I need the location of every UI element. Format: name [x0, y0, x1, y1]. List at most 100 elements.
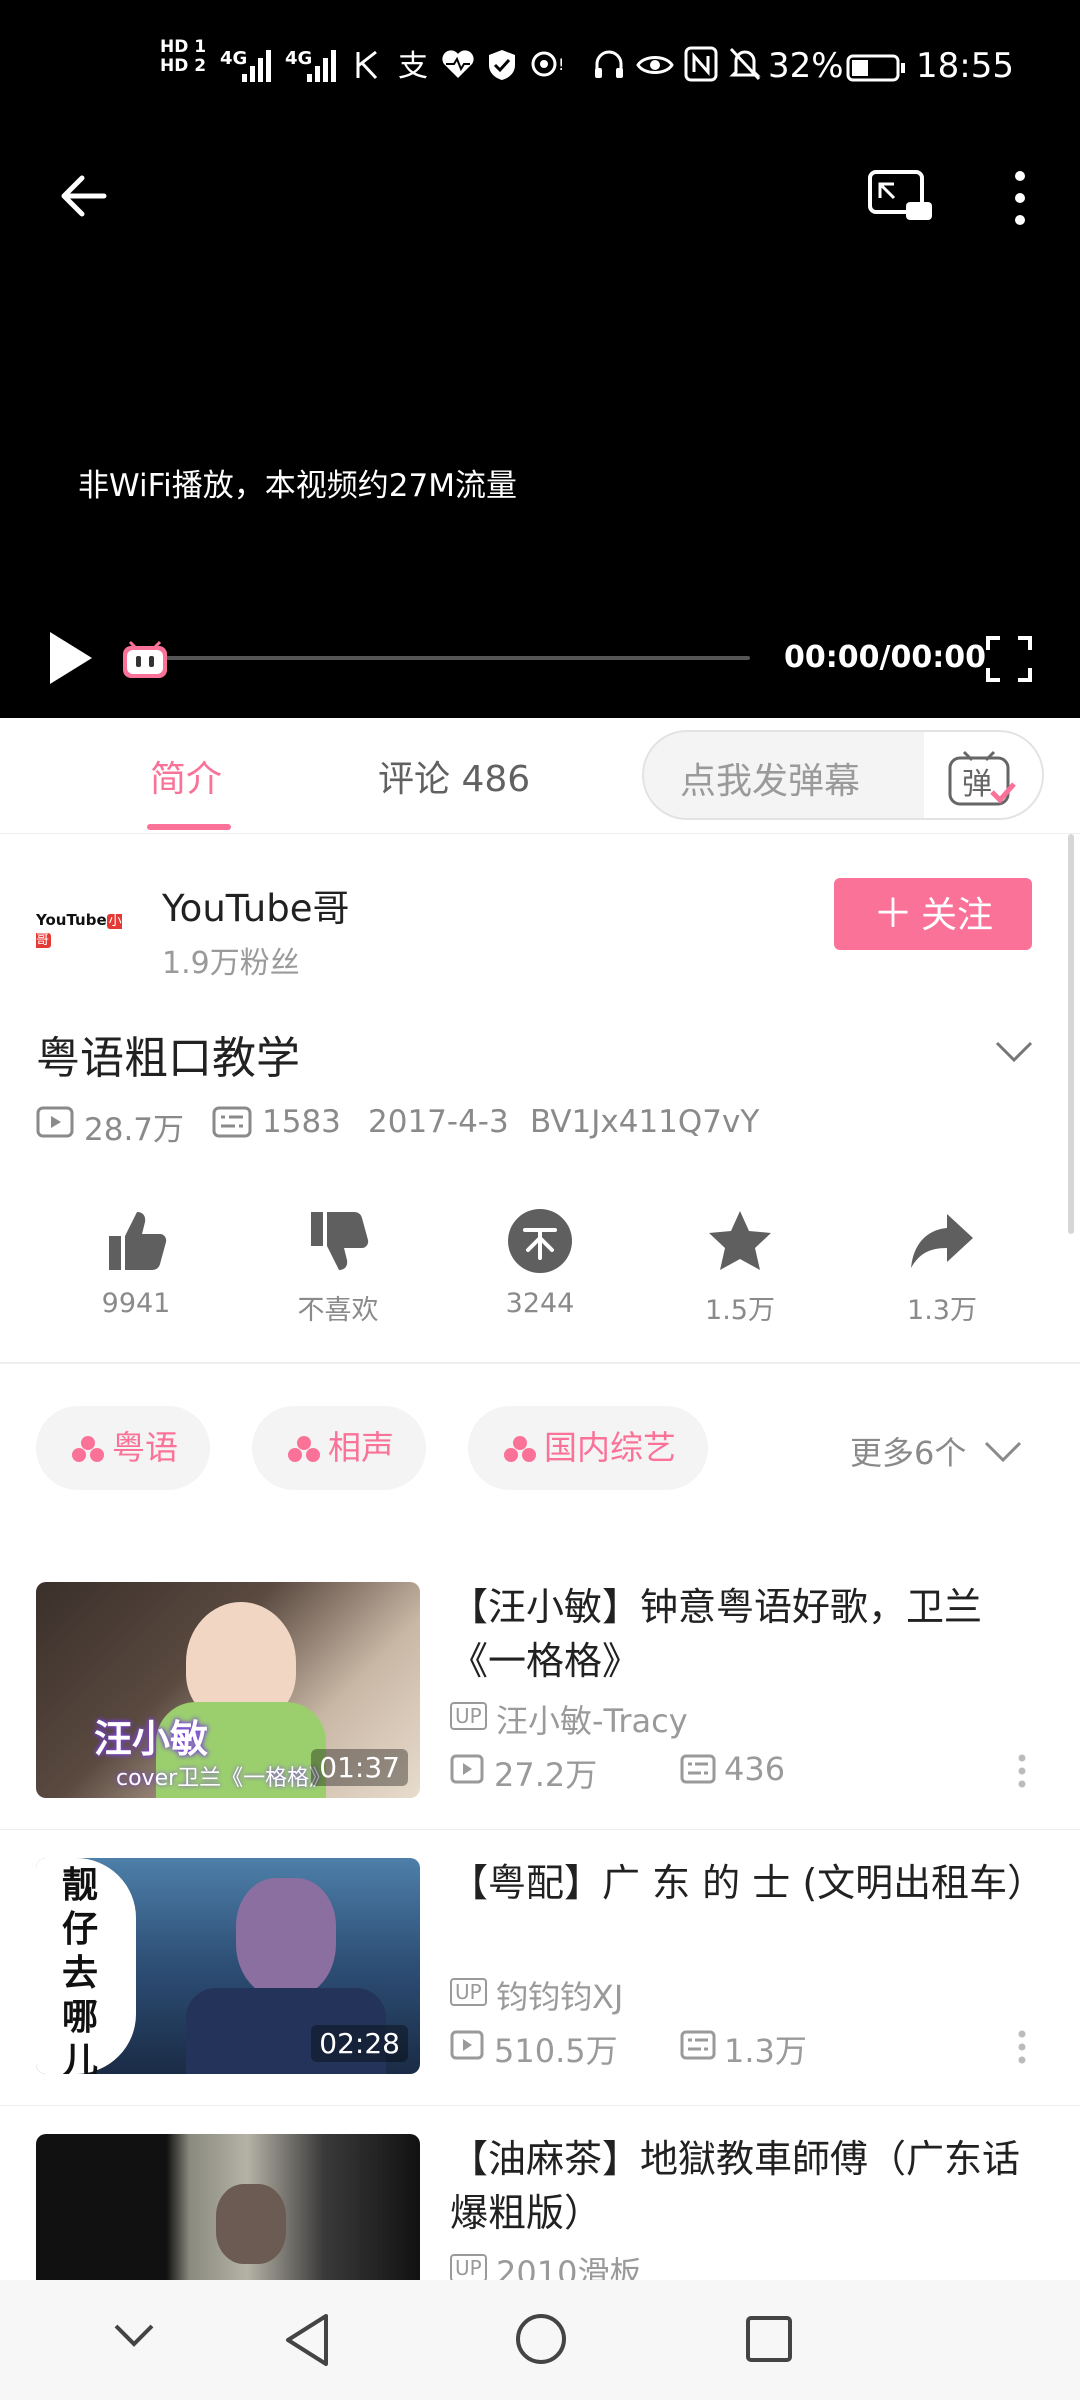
play-icon[interactable] — [44, 628, 96, 688]
battery-icon — [846, 54, 905, 82]
headset-icon — [595, 50, 623, 78]
coin-count: 3244 — [505, 1288, 575, 1319]
related-video-item[interactable]: 【油麻茶】地獄教車師傅（广东话爆粗版） UP 2010滑板 — [0, 2106, 1080, 2280]
follow-button[interactable]: ＋关注 — [834, 878, 1032, 950]
related-video-danmaku: 1.3万 — [724, 2032, 807, 2070]
uploader-name[interactable]: YouTube哥 — [162, 878, 349, 932]
shield-icon — [489, 50, 515, 80]
svg-text:!: ! — [558, 55, 564, 74]
clock: 18:55 — [916, 46, 1014, 86]
back-arrow-icon[interactable] — [54, 166, 114, 226]
dislike-button[interactable]: 不喜欢 — [268, 1208, 408, 1327]
more-tags-button[interactable]: 更多6个 — [850, 1428, 1023, 1474]
thumbnail-figure — [216, 2184, 286, 2264]
view-count: 28.7万 — [84, 1112, 185, 1148]
coin-icon — [508, 1209, 572, 1273]
fullscreen-icon[interactable] — [984, 634, 1034, 684]
tv-thumb-handle-icon[interactable] — [120, 636, 170, 680]
related-video-title: 【油麻茶】地獄教車師傅（广东话爆粗版） — [450, 2137, 1021, 2235]
view-count-icon — [450, 1754, 484, 1784]
nfc-icon — [684, 46, 718, 82]
data-usage-notice: 非WiFi播放，本视频约27M流量 — [78, 468, 517, 504]
up-badge-icon: UP — [450, 1702, 487, 1730]
share-arrow-icon — [911, 1214, 973, 1268]
share-button[interactable]: 1.3万 — [872, 1208, 1012, 1327]
svg-text:支: 支 — [398, 49, 428, 82]
video-title: 粤语粗口教学 — [36, 1033, 300, 1084]
mute-bell-icon — [729, 47, 761, 81]
related-video-danmaku: 436 — [724, 1750, 786, 1788]
like-button[interactable]: 9941 — [66, 1208, 206, 1319]
tag-chip[interactable]: 粤语 — [36, 1406, 210, 1490]
danmaku-toggle-button[interactable]: 弹 — [924, 732, 1042, 818]
danmaku-icon-char: 弹 — [962, 767, 992, 802]
progress-bar[interactable] — [120, 636, 750, 680]
recents-square-icon[interactable] — [744, 2314, 794, 2364]
thumbs-up-icon — [109, 1212, 167, 1270]
scrollbar[interactable] — [1068, 834, 1074, 1234]
item-more-icon[interactable] — [1018, 1754, 1026, 1788]
video-thumbnail[interactable]: 靓仔去哪儿 02:28 — [36, 1858, 420, 2074]
tag-chip[interactable]: 国内综艺 — [468, 1406, 708, 1490]
more-tags-label: 更多6个 — [850, 1434, 967, 1472]
bvid: BV1Jx411Q7vY — [530, 1104, 760, 1140]
thumbnail-subcaption: cover卫兰《一格格》 — [116, 1766, 332, 1791]
tag-label: 国内综艺 — [544, 1428, 676, 1467]
coin-button[interactable]: 3244 — [470, 1208, 610, 1319]
k-app-icon — [356, 50, 378, 80]
alipay-icon: 支 — [398, 49, 428, 82]
danmaku-count-icon — [680, 2030, 716, 2060]
view-count-icon — [450, 2030, 484, 2060]
video-thumbnail[interactable] — [36, 2134, 420, 2280]
thumbnail-figure — [236, 1878, 336, 1998]
related-video-uploader: 汪小敏-Tracy — [496, 1702, 688, 1740]
thumbnail-caption: 汪小敏 — [94, 1717, 209, 1761]
up-badge-icon: UP — [450, 1978, 487, 2006]
chevron-down-icon — [984, 1441, 1021, 1463]
uploader-avatar[interactable]: YouTube 小哥 — [36, 910, 130, 950]
related-video-item[interactable]: 靓仔去哪儿 02:28 【粤配】广 东 的 士 (文明出租车） UP 钧钧钧XJ… — [0, 1830, 1080, 2106]
tab-indicator — [147, 824, 231, 830]
tab-comments[interactable]: 评论 486 — [378, 750, 530, 802]
back-triangle-icon[interactable] — [282, 2312, 332, 2368]
tag-icon — [288, 1436, 320, 1462]
tag-label: 相声 — [328, 1428, 394, 1467]
video-player[interactable]: HD 1 HD 2 4G 4G 支 ! 32% 18:55 非WiFi播放，本视… — [0, 0, 1080, 718]
eye-icon — [636, 56, 674, 74]
danmaku-input[interactable]: 点我发弹幕 弹 — [642, 730, 1044, 820]
danmaku-count: 1583 — [262, 1104, 341, 1140]
related-video-views: 510.5万 — [494, 2032, 618, 2070]
cast-screen-icon[interactable] — [866, 168, 934, 224]
thumbnail-caption: 靓仔去哪儿 — [62, 1865, 99, 2074]
related-video-uploader: 钧钧钧XJ — [496, 1978, 624, 2016]
home-circle-icon[interactable] — [514, 2312, 568, 2366]
danmaku-tv-icon[interactable]: 弹 — [946, 744, 1018, 810]
progress-track — [148, 656, 750, 660]
system-nav-bar — [0, 2280, 1080, 2400]
related-video-title: 【汪小敏】钟意粤语好歌，卫兰《一格格》 — [450, 1585, 983, 1683]
like-count: 9941 — [101, 1288, 171, 1319]
publish-date: 2017-4-3 — [368, 1104, 509, 1140]
star-icon — [709, 1211, 771, 1270]
hide-keyboard-icon[interactable] — [112, 2322, 156, 2350]
danmaku-count-icon — [680, 1754, 716, 1784]
avatar-text: YouTube — [36, 911, 107, 929]
up-badge-icon: UP — [450, 2254, 487, 2280]
favorite-count: 1.5万 — [705, 1295, 775, 1326]
location-icon: ! — [531, 51, 564, 77]
intro-content: YouTube 小哥 YouTube哥 1.9万粉丝 ＋关注 粤语粗口教学 28.… — [0, 834, 1080, 2280]
tag-label: 粤语 — [112, 1428, 178, 1467]
related-video-item[interactable]: 汪小敏 cover卫兰《一格格》 01:37 【汪小敏】钟意粤语好歌，卫兰《一格… — [0, 1554, 1080, 1830]
tab-intro[interactable]: 简介 — [150, 750, 222, 802]
related-video-uploader: 2010滑板 — [496, 2254, 642, 2280]
video-duration: 01:37 — [311, 1749, 408, 1786]
more-options-icon[interactable] — [1010, 168, 1030, 228]
battery-percent: 32% — [768, 46, 844, 86]
chevron-down-icon[interactable] — [994, 1040, 1034, 1064]
signal-2-icon — [307, 50, 336, 82]
favorite-button[interactable]: 1.5万 — [670, 1208, 810, 1327]
item-more-icon[interactable] — [1018, 2030, 1026, 2064]
video-thumbnail[interactable]: 汪小敏 cover卫兰《一格格》 01:37 — [36, 1582, 420, 1798]
tag-chip[interactable]: 相声 — [252, 1406, 426, 1490]
tag-icon — [504, 1436, 536, 1462]
